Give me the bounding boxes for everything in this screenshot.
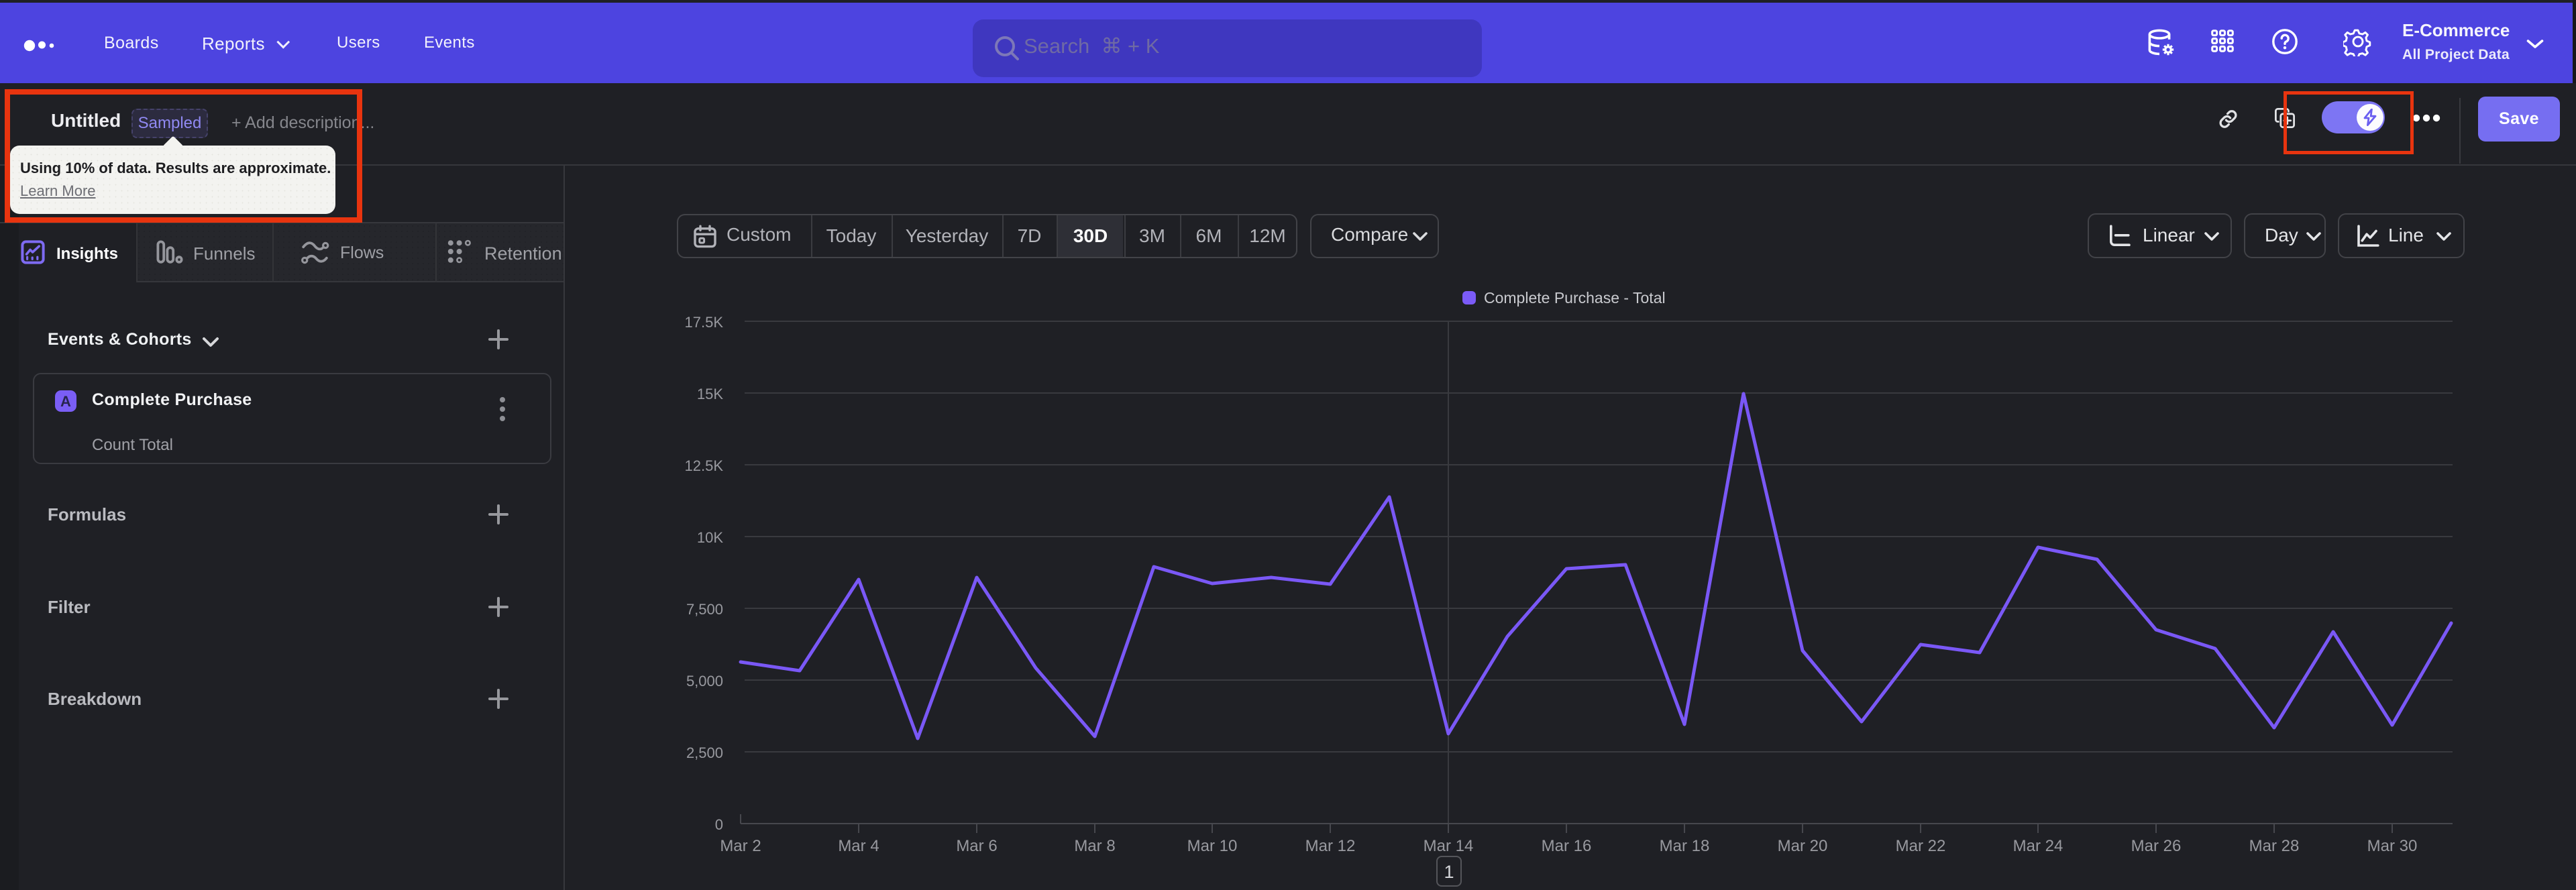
svg-text:Mar 22: Mar 22 [1896, 837, 1946, 855]
svg-text:Mar 20: Mar 20 [1778, 837, 1828, 855]
svg-text:15K: 15K [697, 386, 723, 402]
svg-text:Mar 6: Mar 6 [956, 837, 997, 855]
svg-text:5,000: 5,000 [686, 673, 723, 689]
svg-text:Mar 30: Mar 30 [2367, 837, 2418, 855]
svg-text:Mar 12: Mar 12 [1305, 837, 1356, 855]
svg-text:Mar 26: Mar 26 [2131, 837, 2182, 855]
svg-text:Mar 18: Mar 18 [1660, 837, 1710, 855]
svg-text:17.5K: 17.5K [685, 314, 724, 331]
svg-text:0: 0 [715, 816, 723, 833]
svg-text:Mar 4: Mar 4 [838, 837, 879, 855]
svg-text:10K: 10K [697, 529, 723, 546]
svg-text:Mar 14: Mar 14 [1424, 837, 1474, 855]
svg-text:Mar 2: Mar 2 [720, 837, 761, 855]
svg-text:Mar 16: Mar 16 [1542, 837, 1592, 855]
svg-text:7,500: 7,500 [686, 601, 723, 618]
svg-text:Mar 24: Mar 24 [2013, 837, 2063, 855]
svg-text:Mar 28: Mar 28 [2249, 837, 2300, 855]
svg-text:Mar 10: Mar 10 [1187, 837, 1238, 855]
svg-text:Mar 8: Mar 8 [1074, 837, 1115, 855]
svg-text:2,500: 2,500 [686, 744, 723, 761]
svg-text:12.5K: 12.5K [685, 457, 724, 474]
